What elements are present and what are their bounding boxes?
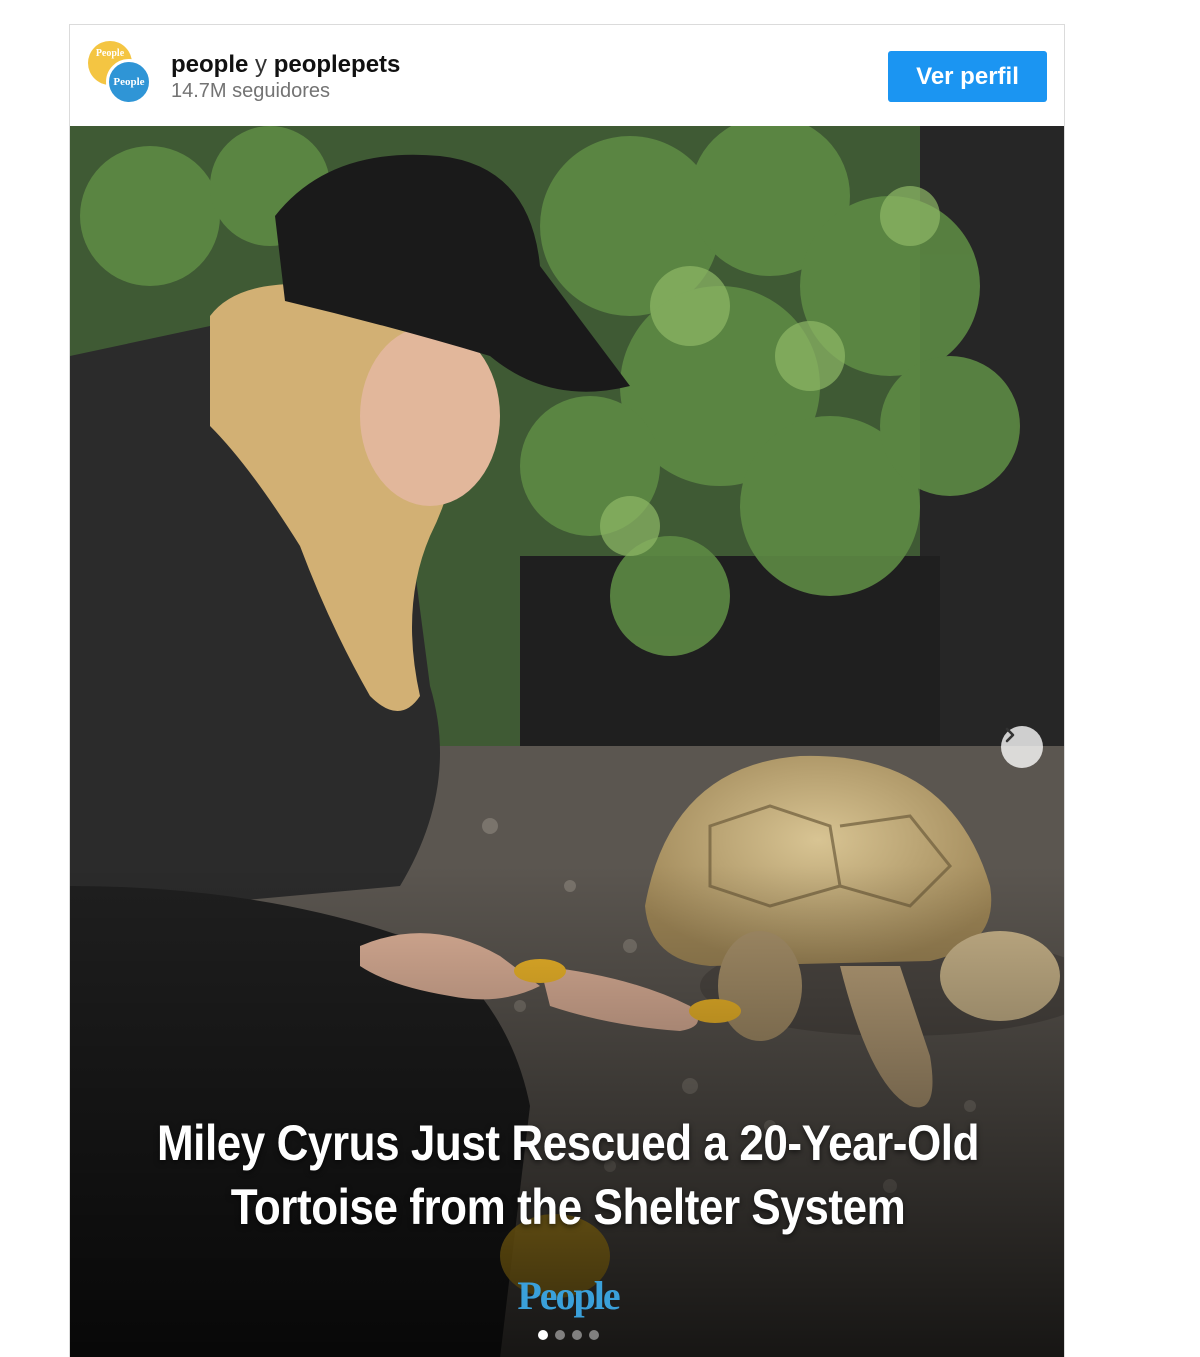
account-name-secondary[interactable]: peoplepets bbox=[274, 51, 401, 78]
account-separator: y bbox=[255, 51, 268, 78]
carousel-dot bbox=[554, 1330, 565, 1340]
account-names[interactable]: people y peoplepets bbox=[171, 51, 400, 79]
view-profile-button[interactable]: Ver perfil bbox=[888, 51, 1047, 102]
avatar-peoplepets: People bbox=[106, 59, 152, 105]
people-logo: People bbox=[517, 1273, 620, 1318]
carousel-dot bbox=[571, 1330, 582, 1340]
carousel-indicator bbox=[70, 1330, 1064, 1340]
account-name-primary[interactable]: people bbox=[171, 51, 248, 78]
account-avatars[interactable]: People People bbox=[88, 41, 154, 107]
account-info: people y peoplepets 14.7M seguidores bbox=[171, 51, 400, 103]
carousel-next-button[interactable] bbox=[1001, 726, 1043, 768]
follower-count: 14.7M seguidores bbox=[171, 80, 330, 102]
post-headline: Miley Cyrus Just Rescued a 20-Year-Old T… bbox=[130, 1111, 1006, 1239]
instagram-embed-card: People People people y peoplepets 14.7M … bbox=[69, 24, 1065, 1357]
chevron-right-icon bbox=[1005, 727, 1015, 743]
headline-line-2: Tortoise from the Shelter System bbox=[230, 1179, 906, 1235]
post-image[interactable]: Miley Cyrus Just Rescued a 20-Year-Old T… bbox=[70, 126, 1064, 1357]
carousel-dot bbox=[588, 1330, 599, 1340]
post-header: People People people y peoplepets 14.7M … bbox=[70, 25, 1064, 126]
headline-line-1: Miley Cyrus Just Rescued a 20-Year-Old bbox=[156, 1115, 980, 1171]
carousel-dot bbox=[537, 1330, 548, 1340]
